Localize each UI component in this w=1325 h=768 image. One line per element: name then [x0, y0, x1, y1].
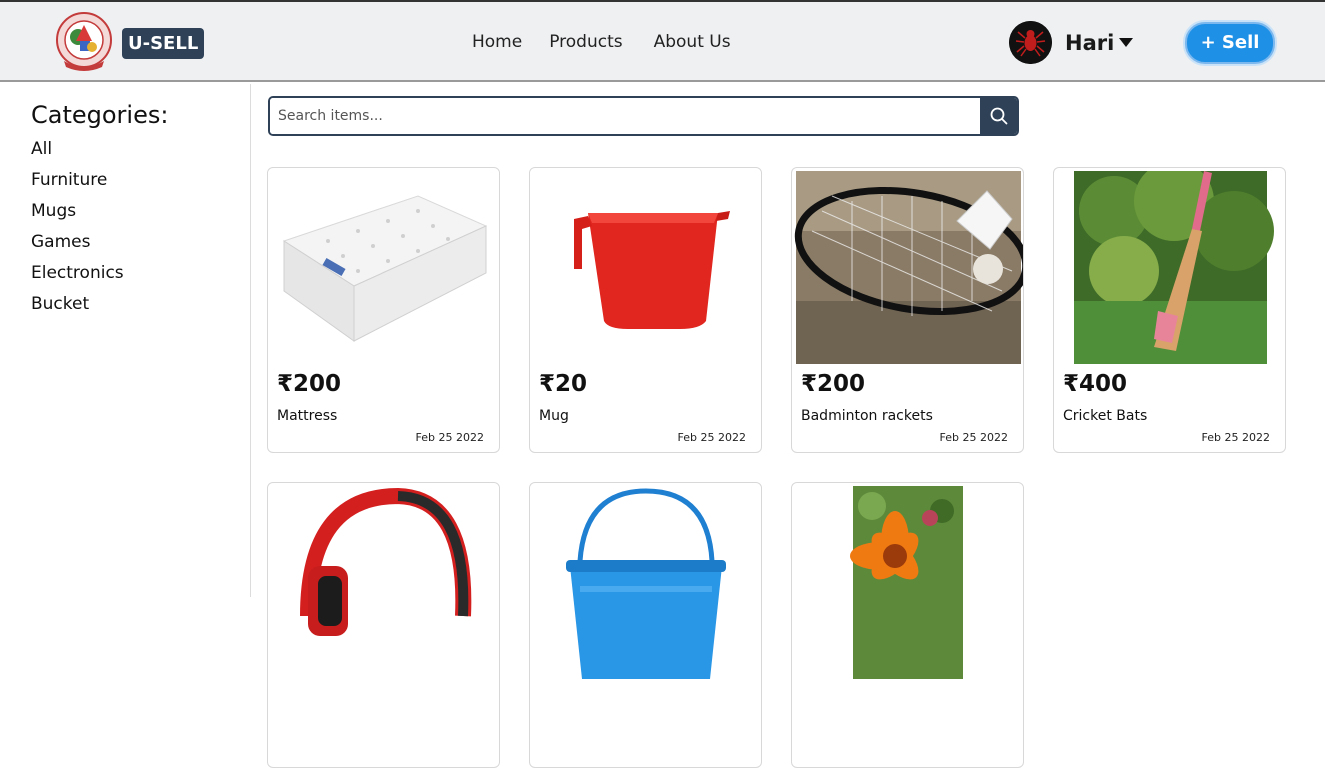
category-electronics[interactable]: Electronics: [31, 265, 124, 296]
college-logo[interactable]: [56, 11, 112, 73]
category-mugs[interactable]: Mugs: [31, 203, 124, 234]
bucket-image: [530, 486, 761, 679]
nav-products[interactable]: Products: [549, 32, 622, 52]
flower-image: [792, 486, 1023, 679]
product-price: ₹200: [801, 371, 866, 397]
badminton-image: [794, 171, 1023, 364]
product-name: Badminton rackets: [801, 408, 933, 424]
product-date: Feb 25 2022: [939, 431, 1008, 444]
top-navbar: U-SELL Home Products About Us Hari + Sel…: [0, 0, 1325, 82]
search-button[interactable]: [980, 98, 1017, 134]
brand-badge[interactable]: U-SELL: [122, 28, 205, 59]
product-card[interactable]: ₹20 Mug Feb 25 2022: [529, 167, 762, 453]
user-name: Hari: [1065, 31, 1115, 55]
product-date: Feb 25 2022: [415, 431, 484, 444]
nav-home[interactable]: Home: [472, 32, 522, 52]
sell-button[interactable]: + Sell: [1185, 22, 1275, 64]
headphones-image: [268, 486, 499, 679]
product-card[interactable]: ₹200 Mattress Feb 25 2022: [267, 167, 500, 453]
spider-icon: [1009, 21, 1052, 64]
product-card[interactable]: ₹400 Cricket Bats Feb 25 2022: [1053, 167, 1286, 453]
product-date: Feb 25 2022: [677, 431, 746, 444]
mattress-image: [268, 171, 499, 364]
search-bar: [268, 96, 1019, 136]
avatar[interactable]: [1009, 21, 1052, 64]
product-name: Mattress: [277, 408, 338, 424]
category-all[interactable]: All: [31, 141, 124, 172]
product-price: ₹20: [539, 371, 588, 397]
user-menu[interactable]: Hari: [1065, 31, 1134, 55]
product-card[interactable]: [791, 482, 1024, 768]
search-input[interactable]: [270, 98, 982, 134]
product-date: Feb 25 2022: [1201, 431, 1270, 444]
cricket-bat-image: [1074, 171, 1274, 364]
category-bucket[interactable]: Bucket: [31, 296, 124, 327]
product-name: Cricket Bats: [1063, 408, 1148, 424]
product-card[interactable]: ₹200 Badminton rackets Feb 25 2022: [791, 167, 1024, 453]
product-card[interactable]: [267, 482, 500, 768]
product-price: ₹400: [1063, 371, 1128, 397]
product-card[interactable]: [529, 482, 762, 768]
categories-heading: Categories:: [31, 101, 169, 129]
category-sidebar: Categories: All Furniture Mugs Games Ele…: [0, 84, 251, 597]
caret-down-icon: [1119, 37, 1134, 47]
search-icon: [990, 107, 1007, 125]
category-games[interactable]: Games: [31, 234, 124, 265]
product-price: ₹200: [277, 371, 342, 397]
mug-image: [530, 171, 761, 364]
main-nav: Home Products About Us: [472, 32, 731, 52]
category-list: All Furniture Mugs Games Electronics Buc…: [31, 141, 124, 327]
nav-about-us[interactable]: About Us: [654, 32, 731, 52]
category-furniture[interactable]: Furniture: [31, 172, 124, 203]
product-name: Mug: [539, 408, 569, 424]
